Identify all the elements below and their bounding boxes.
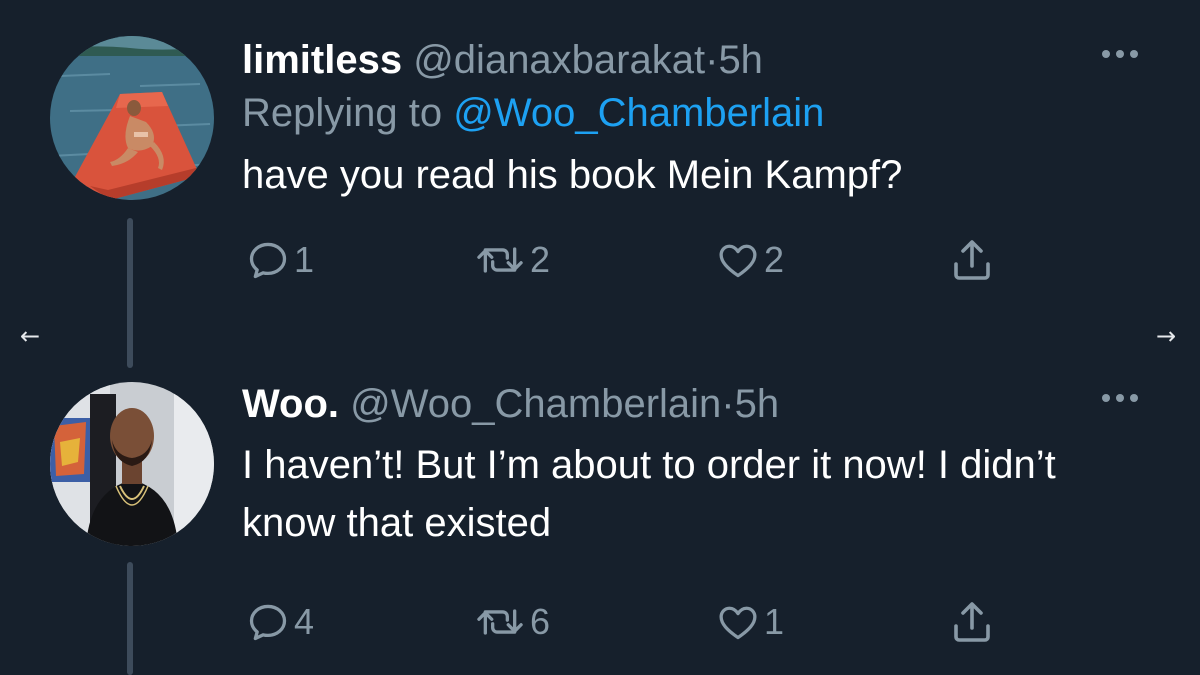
timestamp[interactable]: 5h — [718, 38, 763, 82]
tweet[interactable]: limitless @dianaxbarakat·5h Replying to … — [242, 34, 1142, 290]
like-count: 2 — [764, 239, 785, 280]
tweet-thread-screen: ← → limitless @dianaxbarakat·5h Replying… — [0, 0, 1200, 675]
display-name[interactable]: Woo. — [242, 382, 339, 426]
share-button[interactable] — [948, 230, 996, 290]
tweet-text: I haven’t! But I’m about to order it now… — [242, 443, 1056, 545]
mention-link[interactable]: @Woo_Chamberlain — [453, 91, 824, 135]
replying-to: Replying to @Woo_Chamberlain — [242, 86, 1142, 140]
retweet-button[interactable]: 2 — [474, 230, 550, 290]
like-icon — [719, 606, 757, 640]
like-count: 1 — [764, 601, 785, 642]
reply-button[interactable]: 1 — [246, 230, 314, 290]
retweet-icon — [477, 609, 523, 635]
tweet-actions: 1 2 2 — [242, 230, 1142, 290]
retweet-count: 6 — [530, 601, 551, 642]
reply-count: 1 — [294, 239, 315, 280]
user-handle[interactable]: @Woo_Chamberlain — [350, 382, 721, 426]
retweet-count: 2 — [530, 239, 551, 280]
retweet-button[interactable]: 6 — [474, 592, 550, 652]
avatar[interactable] — [50, 382, 214, 546]
share-button[interactable] — [948, 592, 996, 652]
tweet[interactable]: Woo. @Woo_Chamberlain·5h I haven’t! But … — [242, 378, 1142, 652]
thread-connector-line — [127, 562, 133, 675]
reply-icon — [249, 242, 287, 279]
reply-count: 4 — [294, 601, 315, 642]
tweet-header: limitless @dianaxbarakat·5h — [242, 34, 1142, 86]
like-button[interactable]: 1 — [716, 592, 784, 652]
share-icon — [954, 240, 990, 280]
like-button[interactable]: 2 — [716, 230, 784, 290]
thread-connector-line — [127, 218, 133, 368]
avatar[interactable] — [50, 36, 214, 200]
share-icon — [954, 602, 990, 642]
timestamp[interactable]: 5h — [735, 382, 780, 426]
arrow-left-icon[interactable]: ← — [18, 322, 42, 350]
tweet-actions: 4 6 1 — [242, 592, 1142, 652]
arrow-right-icon[interactable]: → — [1154, 322, 1178, 350]
separator-dot: · — [705, 38, 719, 82]
reply-button[interactable]: 4 — [246, 592, 314, 652]
separator-dot: · — [721, 382, 735, 426]
more-icon[interactable] — [1098, 378, 1142, 418]
more-icon[interactable] — [1098, 34, 1142, 74]
replying-to-label: Replying to — [242, 91, 443, 135]
retweet-icon — [477, 247, 523, 273]
user-handle[interactable]: @dianaxbarakat — [413, 38, 705, 82]
like-icon — [719, 244, 757, 278]
tweet-header: Woo. @Woo_Chamberlain·5h — [242, 378, 1142, 430]
tweet-text: have you read his book Mein Kampf? — [242, 153, 903, 197]
reply-icon — [249, 604, 287, 641]
display-name[interactable]: limitless — [242, 38, 402, 82]
